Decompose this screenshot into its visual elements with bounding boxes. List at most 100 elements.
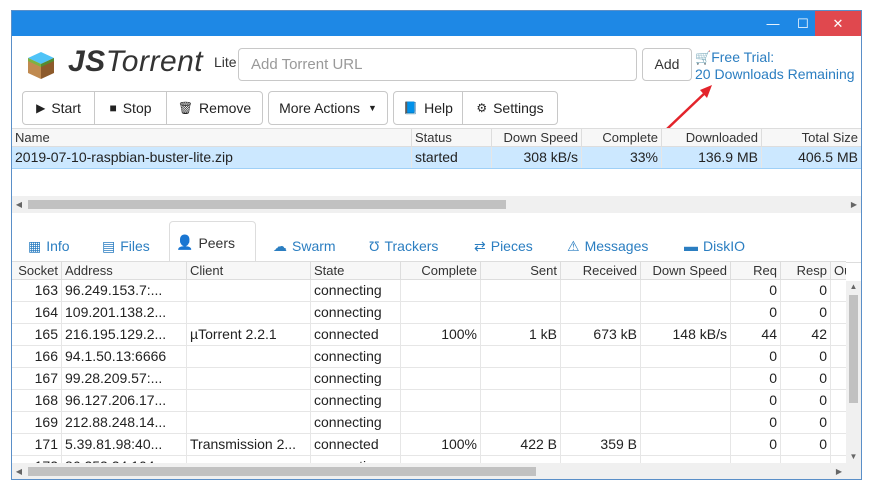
tab-diskio[interactable]: ▬ DiskIO: [678, 229, 751, 263]
scroll-left-icon[interactable]: ◀: [12, 196, 26, 213]
scroll-left-icon[interactable]: ◀: [12, 463, 26, 479]
peer-received: [561, 302, 641, 323]
peer-socket: 164: [12, 302, 62, 323]
tab-pieces[interactable]: ⇄ Pieces: [468, 229, 539, 263]
peers-vertical-scrollbar[interactable]: ▲ ▼: [846, 281, 861, 463]
tab-trackers[interactable]: Ʊ Trackers: [363, 229, 444, 263]
tab-files[interactable]: ▤ Files: [96, 229, 156, 263]
peer-outs: [831, 346, 846, 367]
peer-resp: 0: [781, 434, 831, 455]
peer-down-speed: 148 kB/s: [641, 324, 731, 345]
peer-client: [187, 368, 311, 389]
scrollbar-thumb[interactable]: [28, 200, 506, 209]
peer-resp: 0: [781, 346, 831, 367]
remove-button[interactable]: 🗑 Remove: [166, 91, 263, 125]
column-header[interactable]: Client: [187, 262, 311, 279]
column-header[interactable]: State: [311, 262, 401, 279]
column-header[interactable]: Sent: [481, 262, 561, 279]
peer-address: 109.201.138.2...: [62, 302, 187, 323]
title-bar: — ☐ ✕: [12, 11, 861, 36]
peer-row[interactable]: 166 94.1.50.13:6666 connecting 0 0: [12, 346, 846, 368]
scroll-down-icon[interactable]: ▼: [846, 451, 861, 463]
peer-row[interactable]: 167 99.28.209.57:... connecting 0 0: [12, 368, 846, 390]
column-header[interactable]: Req: [731, 262, 781, 279]
peer-address: 216.195.129.2...: [62, 324, 187, 345]
torrent-row[interactable]: 2019-07-10-raspbian-buster-lite.zip star…: [12, 147, 861, 169]
peer-state: connecting: [311, 368, 401, 389]
peers-horizontal-scrollbar[interactable]: ◀ ▶: [12, 463, 861, 479]
column-header[interactable]: Outs: [831, 262, 846, 279]
jstorrent-logo-icon: [28, 52, 54, 79]
scrollbar-thumb[interactable]: [28, 467, 536, 476]
tab-peers[interactable]: 👤 Peers: [169, 221, 256, 264]
maximize-button[interactable]: ☐: [788, 11, 818, 36]
scroll-up-icon[interactable]: ▲: [846, 281, 861, 293]
column-header[interactable]: Name: [12, 129, 412, 146]
peer-state: connecting: [311, 280, 401, 301]
peer-socket: 166: [12, 346, 62, 367]
peer-address: 212.88.248.14...: [62, 412, 187, 433]
peer-received: 359 B: [561, 434, 641, 455]
peers-table-header: Socket Address Client State Complete Sen…: [12, 261, 846, 280]
scrollbar-thumb[interactable]: [849, 295, 858, 403]
peer-address: 99.28.209.57:...: [62, 368, 187, 389]
column-header[interactable]: Resp: [781, 262, 831, 279]
peer-state: connecting: [311, 412, 401, 433]
tab-messages[interactable]: ⚠ Messages: [561, 229, 654, 263]
peer-state: connecting: [311, 346, 401, 367]
column-header[interactable]: Down Speed: [492, 129, 582, 146]
peer-down-speed: [641, 390, 731, 411]
column-header[interactable]: Address: [62, 262, 187, 279]
peer-client: [187, 412, 311, 433]
torrent-horizontal-scrollbar[interactable]: ◀ ▶: [12, 196, 861, 213]
scroll-right-icon[interactable]: ▶: [832, 463, 846, 479]
peer-sent: [481, 346, 561, 367]
peer-req: 0: [731, 390, 781, 411]
column-header[interactable]: Downloaded: [662, 129, 762, 146]
tab-swarm[interactable]: ☁ Swarm: [267, 229, 342, 263]
peer-row[interactable]: 165 216.195.129.2... µTorrent 2.2.1 connect…: [12, 324, 846, 346]
peer-row[interactable]: 164 109.201.138.2... connecting 0 0: [12, 302, 846, 324]
peer-row[interactable]: 168 96.127.206.17... connecting 0 0: [12, 390, 846, 412]
column-header[interactable]: Socket: [12, 262, 62, 279]
peer-client: Transmission 2...: [187, 434, 311, 455]
gear-icon: ⚙: [476, 101, 488, 115]
torrent-name: 2019-07-10-raspbian-buster-lite.zip: [12, 147, 412, 168]
column-header[interactable]: Total Size: [762, 129, 861, 146]
scroll-right-icon[interactable]: ▶: [847, 196, 861, 213]
torrent-url-input[interactable]: [238, 48, 637, 81]
help-button[interactable]: 📘 Help: [393, 91, 463, 125]
peer-complete: [401, 390, 481, 411]
peer-complete: 100%: [401, 324, 481, 345]
peer-req: 44: [731, 324, 781, 345]
column-header[interactable]: Complete: [401, 262, 481, 279]
column-header[interactable]: Down Speed: [641, 262, 731, 279]
app-brand: JSTorrent: [68, 45, 204, 78]
peer-resp: 0: [781, 390, 831, 411]
peer-down-speed: [641, 280, 731, 301]
more-actions-button[interactable]: More Actions ▼: [268, 91, 388, 125]
peer-row[interactable]: 169 212.88.248.14... connecting 0 0: [12, 412, 846, 434]
peer-address: 96.127.206.17...: [62, 390, 187, 411]
stop-button[interactable]: ■ Stop: [94, 91, 167, 125]
peer-client: µTorrent 2.2.1: [187, 324, 311, 345]
peer-req: 0: [731, 368, 781, 389]
peer-resp: 0: [781, 368, 831, 389]
start-button[interactable]: ▶ Start: [22, 91, 95, 125]
peer-row[interactable]: 171 5.39.81.98:40... Transmission 2... conn…: [12, 434, 846, 456]
settings-button[interactable]: ⚙ Settings: [462, 91, 558, 125]
column-header[interactable]: Complete: [582, 129, 662, 146]
column-header[interactable]: Received: [561, 262, 641, 279]
peer-address: 96.249.153.7:...: [62, 280, 187, 301]
peer-outs: [831, 280, 846, 301]
minimize-button[interactable]: —: [758, 11, 788, 36]
close-button[interactable]: ✕: [815, 11, 861, 36]
torrent-total-size: 406.5 MB: [798, 149, 858, 165]
column-header[interactable]: Status: [412, 129, 492, 146]
peer-row[interactable]: 163 96.249.153.7:... connecting 0 0: [12, 280, 846, 302]
cloud-icon: ☁: [273, 237, 287, 254]
peer-outs: [831, 302, 846, 323]
tab-info[interactable]: ▦ Info: [22, 229, 76, 263]
peer-down-speed: [641, 412, 731, 433]
peer-resp: 42: [781, 324, 831, 345]
